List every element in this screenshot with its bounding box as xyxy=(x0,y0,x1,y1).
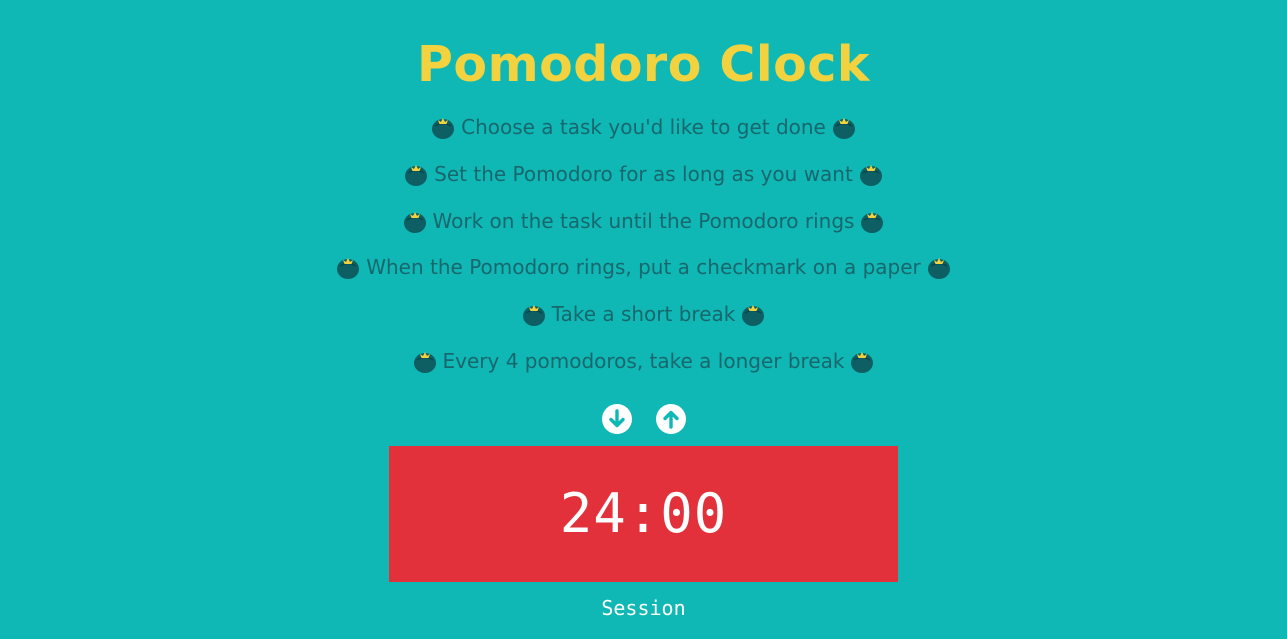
instructions-list: Choose a task you'd like to get done Set… xyxy=(0,104,1287,384)
instruction-text: Every 4 pomodoros, take a longer break xyxy=(442,348,845,373)
tomato-icon xyxy=(405,165,428,187)
tomato-icon xyxy=(859,165,882,187)
time-remaining: 24:00 xyxy=(559,482,728,545)
tomato-icon xyxy=(522,305,545,327)
arrow-up-circle-icon xyxy=(656,404,686,434)
tomato-icon xyxy=(742,305,765,327)
tomato-icon xyxy=(851,351,874,373)
instruction-text: Work on the task until the Pomodoro ring… xyxy=(432,208,855,233)
instruction-text: Take a short break xyxy=(551,302,736,327)
instruction-item-checkmark: When the Pomodoro rings, put a checkmark… xyxy=(0,244,1287,291)
tomato-icon xyxy=(432,118,455,140)
instruction-item-long-break: Every 4 pomodoros, take a longer break xyxy=(0,337,1287,384)
instruction-text: When the Pomodoro rings, put a checkmark… xyxy=(366,255,921,280)
tomato-icon xyxy=(927,258,950,280)
instruction-item-short-break: Take a short break xyxy=(0,291,1287,338)
arrow-down-circle-icon xyxy=(602,404,632,434)
tomato-icon xyxy=(403,211,426,233)
tomato-icon xyxy=(832,118,855,140)
tomato-icon xyxy=(861,211,884,233)
instruction-item-choose-task: Choose a task you'd like to get done xyxy=(0,104,1287,151)
pomodoro-app: Pomodoro Clock Choose a task you'd like … xyxy=(0,0,1287,639)
tomato-icon xyxy=(413,351,436,373)
instruction-text: Set the Pomodoro for as long as you want xyxy=(434,162,853,187)
increase-time-button[interactable] xyxy=(655,403,687,435)
decrease-time-button[interactable] xyxy=(601,403,633,435)
timer-controls xyxy=(601,403,687,435)
instruction-text: Choose a task you'd like to get done xyxy=(461,115,826,140)
instruction-item-set-pomodoro: Set the Pomodoro for as long as you want xyxy=(0,151,1287,198)
tomato-icon xyxy=(337,258,360,280)
instruction-item-work-task: Work on the task until the Pomodoro ring… xyxy=(0,197,1287,244)
page-title: Pomodoro Clock xyxy=(417,36,870,93)
session-label: Session xyxy=(601,596,686,620)
timer-display-panel: 24:00 xyxy=(389,446,898,582)
